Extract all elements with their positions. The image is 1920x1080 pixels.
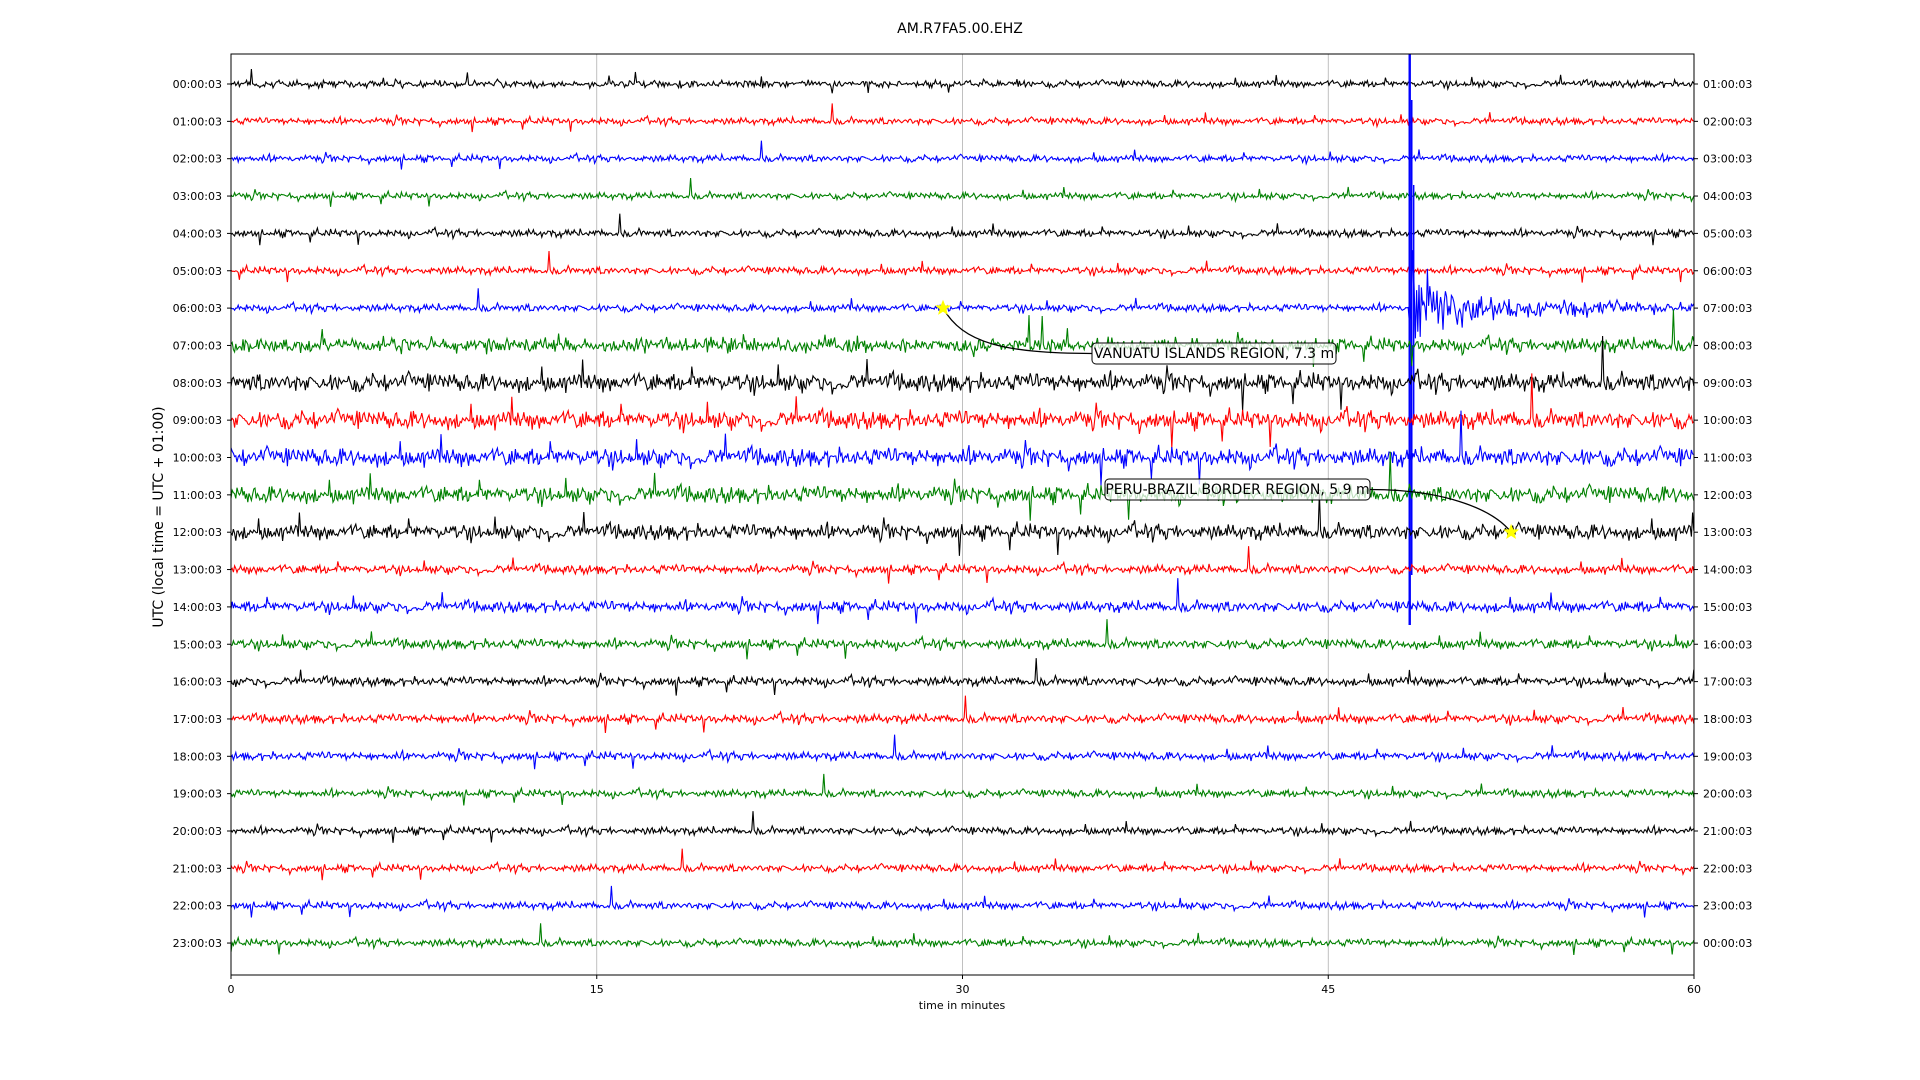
y-tick-label-right: 08:00:03 <box>1703 339 1752 352</box>
x-tick-label: 45 <box>1321 983 1335 996</box>
y-tick-label-left: 14:00:03 <box>173 601 222 614</box>
y-tick-label-right: 07:00:03 <box>1703 302 1752 315</box>
y-tick-label-left: 05:00:03 <box>173 265 222 278</box>
y-tick-label-left: 21:00:03 <box>173 862 222 875</box>
y-tick-label-right: 04:00:03 <box>1703 190 1752 203</box>
y-tick-label-right: 10:00:03 <box>1703 414 1752 427</box>
y-tick-label-right: 16:00:03 <box>1703 638 1752 651</box>
y-tick-label-right: 21:00:03 <box>1703 825 1752 838</box>
y-tick-label-left: 07:00:03 <box>173 339 222 352</box>
annotation-label: PERU-BRAZIL BORDER REGION, 5.9 m <box>1105 482 1369 498</box>
y-tick-label-right: 02:00:03 <box>1703 115 1752 128</box>
y-tick-label-left: 17:00:03 <box>173 713 222 726</box>
y-tick-label-right: 00:00:03 <box>1703 937 1752 950</box>
y-tick-label-left: 00:00:03 <box>173 78 222 91</box>
y-tick-label-left: 01:00:03 <box>173 115 222 128</box>
x-tick-label: 15 <box>590 983 604 996</box>
x-tick-label: 60 <box>1687 983 1701 996</box>
y-tick-label-left: 12:00:03 <box>173 526 222 539</box>
y-tick-label-right: 23:00:03 <box>1703 900 1752 913</box>
y-tick-label-right: 06:00:03 <box>1703 265 1752 278</box>
y-tick-label-right: 13:00:03 <box>1703 526 1752 539</box>
y-tick-label-right: 19:00:03 <box>1703 750 1752 763</box>
y-tick-label-right: 11:00:03 <box>1703 452 1752 465</box>
y-tick-label-left: 10:00:03 <box>173 452 222 465</box>
y-tick-label-left: 08:00:03 <box>173 377 222 390</box>
y-tick-label-right: 15:00:03 <box>1703 601 1752 614</box>
helicorder-svg: AM.R7FA5.00.EHZ UTC (local time = UTC + … <box>151 21 1752 1012</box>
y-tick-label-right: 17:00:03 <box>1703 676 1752 689</box>
chart-title: AM.R7FA5.00.EHZ <box>897 21 1023 37</box>
y-tick-label-left: 06:00:03 <box>173 302 222 315</box>
y-tick-label-right: 22:00:03 <box>1703 862 1752 875</box>
x-tick-label: 30 <box>956 983 970 996</box>
y-tick-label-left: 20:00:03 <box>173 825 222 838</box>
y-tick-label-left: 16:00:03 <box>173 676 222 689</box>
y-tick-label-right: 05:00:03 <box>1703 227 1752 240</box>
y-tick-label-left: 03:00:03 <box>173 190 222 203</box>
y-tick-label-left: 13:00:03 <box>173 564 222 577</box>
y-tick-label-left: 23:00:03 <box>173 937 222 950</box>
y-tick-label-left: 04:00:03 <box>173 227 222 240</box>
event-star-marker <box>934 299 952 315</box>
y-tick-label-right: 18:00:03 <box>1703 713 1752 726</box>
gridlines <box>596 54 1329 975</box>
y-tick-label-right: 12:00:03 <box>1703 489 1752 502</box>
x-axis-label: time in minutes <box>919 999 1006 1012</box>
y-tick-label-left: 18:00:03 <box>173 750 222 763</box>
y-tick-label-left: 09:00:03 <box>173 414 222 427</box>
y-tick-label-left: 11:00:03 <box>173 489 222 502</box>
y-tick-label-left: 02:00:03 <box>173 153 222 166</box>
y-tick-label-left: 15:00:03 <box>173 638 222 651</box>
y-axis-label: UTC (local time = UTC + 01:00) <box>151 406 167 627</box>
x-tick-label: 0 <box>228 983 235 996</box>
y-tick-label-right: 09:00:03 <box>1703 377 1752 390</box>
y-tick-label-right: 14:00:03 <box>1703 564 1752 577</box>
annotation-label: VANUATU ISLANDS REGION, 7.3 m <box>1094 346 1334 362</box>
helicorder-chart: AM.R7FA5.00.EHZ UTC (local time = UTC + … <box>0 0 1920 1080</box>
y-tick-label-left: 19:00:03 <box>173 788 222 801</box>
y-tick-label-left: 22:00:03 <box>173 900 222 913</box>
y-tick-label-right: 20:00:03 <box>1703 788 1752 801</box>
y-tick-label-right: 03:00:03 <box>1703 153 1752 166</box>
y-tick-label-right: 01:00:03 <box>1703 78 1752 91</box>
